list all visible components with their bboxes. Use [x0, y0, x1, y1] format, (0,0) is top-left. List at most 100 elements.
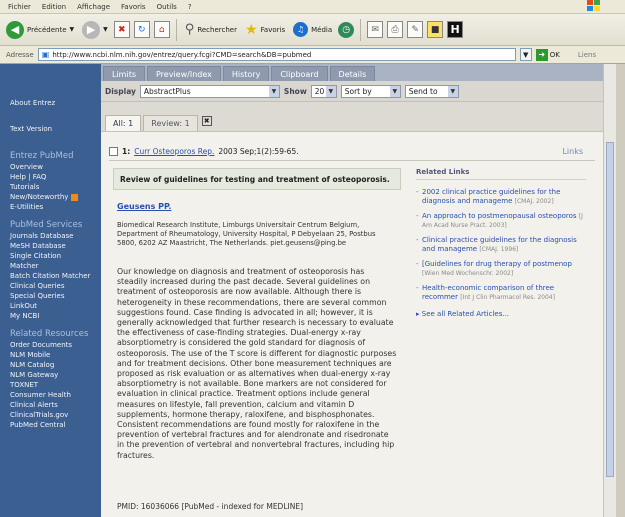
address-bar: Adresse ▣ http://www.ncbi.nlm.nih.gov/en…	[0, 46, 625, 64]
sidebar-item-e-utilities[interactable]: E-Utilities	[10, 202, 101, 212]
related-item-source: [Int J Clin Pharmacol Res. 2004]	[460, 294, 555, 301]
sidebar-heading-related-resources: Related Resources	[10, 329, 89, 339]
sidebar-item-tutorials[interactable]: Tutorials	[10, 182, 101, 192]
h-icon[interactable]: H	[447, 21, 464, 38]
back-dropdown-icon[interactable]: ▼	[70, 26, 75, 33]
sidebar-item-nlm-catalog[interactable]: NLM Catalog	[10, 360, 101, 370]
send-to-select-value: Send to	[408, 86, 438, 96]
windows-logo-icon	[587, 0, 600, 11]
sidebar-item-journals-database[interactable]: Journals Database	[10, 231, 101, 241]
address-input[interactable]: ▣ http://www.ncbi.nlm.nih.gov/entrez/que…	[37, 48, 516, 61]
author-link[interactable]: Geusens PP.	[117, 202, 171, 211]
show-select-value: 20	[314, 86, 325, 96]
sidebar-item-linkout[interactable]: LinkOut	[10, 301, 101, 311]
media-button[interactable]: ♫ Média	[291, 20, 334, 39]
menu-item-favorites[interactable]: Favoris	[121, 3, 146, 11]
related-item-source: [CMAJ. 2002]	[514, 198, 554, 205]
sidebar-item-pubmed-central[interactable]: PubMed Central	[10, 420, 101, 430]
sidebar-item-text-version[interactable]: Text Version	[10, 124, 101, 134]
vertical-scrollbar[interactable]	[603, 64, 616, 517]
search-label: Rechercher	[197, 25, 237, 34]
sidebar-item-consumer-health[interactable]: Consumer Health	[10, 390, 101, 400]
chevron-down-icon: ▼	[268, 85, 279, 97]
sidebar-item-single-citation[interactable]: Single Citation	[10, 251, 101, 261]
mail-icon[interactable]: ✉	[367, 21, 384, 38]
search-button[interactable]: ⚲ Rechercher	[183, 20, 239, 39]
sidebar-item-nlm-mobile[interactable]: NLM Mobile	[10, 350, 101, 360]
sidebar-item-mesh-database[interactable]: MeSH Database	[10, 241, 101, 251]
related-item[interactable]: Health-economic comparison of three reco…	[416, 284, 586, 302]
favorites-button[interactable]: ★ Favoris	[243, 20, 287, 40]
refresh-icon[interactable]: ↻	[133, 21, 150, 38]
menu-bar: Fichier Edition Affichage Favoris Outils…	[0, 0, 625, 14]
menu-item-edit[interactable]: Edition	[42, 3, 66, 11]
home-icon[interactable]: ⌂	[153, 21, 170, 38]
display-options-bar: Display AbstractPlus ▼ Show 20 ▼ Sort by…	[101, 81, 603, 102]
citation-details: 2003 Sep;1(2):59-65.	[218, 146, 299, 156]
sidebar-item-order-documents[interactable]: Order Documents	[10, 340, 101, 350]
sidebar-item-matcher[interactable]: Matcher	[10, 261, 101, 271]
menu-item-help[interactable]: ?	[188, 3, 192, 11]
tab-history[interactable]: History	[222, 66, 270, 81]
sidebar-item-about-entrez[interactable]: About Entrez	[10, 98, 101, 108]
related-item[interactable]: [Guidelines for drug therapy of postmeno…	[416, 260, 586, 278]
links-button[interactable]: Links	[562, 147, 583, 156]
stop-icon[interactable]: ✖	[113, 21, 130, 38]
sidebar-item-help-faq[interactable]: Help | FAQ	[10, 172, 101, 182]
journal-link[interactable]: Curr Osteoporos Rep.	[134, 147, 214, 156]
chevron-down-icon: ▼	[447, 85, 458, 97]
tab-preview-index[interactable]: Preview/Index	[147, 66, 221, 81]
browser-toolbar: ◀ Précédente ▼ ▶ ▼ ✖ ↻ ⌂ ⚲ Rechercher ★ …	[0, 14, 625, 46]
sidebar-item-clinical-alerts[interactable]: Clinical Alerts	[10, 400, 101, 410]
menu-item-tools[interactable]: Outils	[157, 3, 177, 11]
menu-item-view[interactable]: Affichage	[77, 3, 110, 11]
display-select[interactable]: AbstractPlus ▼	[139, 84, 280, 98]
related-item[interactable]: An approach to postmenopausal osteoporos…	[416, 212, 586, 230]
send-to-select[interactable]: Send to ▼	[404, 84, 459, 98]
divider	[109, 160, 595, 161]
sidebar-item-toxnet[interactable]: TOXNET	[10, 380, 101, 390]
go-button[interactable]: ➜ OK	[535, 48, 560, 61]
related-item-title: [Guidelines for drug therapy of postmeno…	[422, 260, 572, 268]
scrollbar-thumb[interactable]	[606, 142, 614, 477]
address-label: Adresse	[6, 50, 34, 59]
menu-item-file[interactable]: Fichier	[8, 3, 31, 11]
favorites-label: Favoris	[260, 25, 286, 34]
print-icon[interactable]: ⎙	[387, 21, 404, 38]
messenger-icon[interactable]: ■	[427, 21, 444, 38]
related-item[interactable]: 2002 clinical practice guidelines for th…	[416, 188, 586, 206]
tab-clipboard[interactable]: Clipboard	[271, 66, 328, 81]
back-button[interactable]: ◀ Précédente ▼	[4, 19, 76, 41]
links-toolbar-label[interactable]: Liens	[578, 51, 596, 59]
edit-icon[interactable]: ✎	[407, 21, 424, 38]
related-item[interactable]: Clinical practice guidelines for the dia…	[416, 236, 586, 254]
sidebar-item-my-ncbi[interactable]: My NCBI	[10, 311, 101, 321]
sidebar-item-special-queries[interactable]: Special Queries	[10, 291, 101, 301]
forward-button[interactable]: ▶ ▼	[80, 19, 110, 41]
related-item-source: [Wien Med Wochenschr. 2002]	[422, 270, 514, 277]
show-select[interactable]: 20 ▼	[310, 84, 337, 98]
close-icon[interactable]: ✖	[201, 116, 212, 126]
sort-select[interactable]: Sort by ▼	[340, 84, 401, 98]
related-item-source: [CMAJ. 1996]	[479, 246, 519, 253]
rss-icon[interactable]	[71, 193, 79, 201]
tab-details[interactable]: Details	[329, 66, 376, 81]
article-title: Review of guidelines for testing and tre…	[113, 168, 401, 190]
show-label: Show	[283, 86, 307, 96]
search-icon: ⚲	[184, 22, 195, 37]
history-icon[interactable]: ◷	[338, 21, 355, 38]
sidebar-item-batch-citation-matcher[interactable]: Batch Citation Matcher	[10, 271, 101, 281]
select-checkbox[interactable]	[109, 146, 118, 156]
tab-all[interactable]: All: 1	[105, 115, 142, 131]
sidebar-item-clinical-queries[interactable]: Clinical Queries	[10, 281, 101, 291]
pmid-text: PMID: 16036066 [PubMed - indexed for MED…	[117, 502, 303, 511]
see-all-related-link[interactable]: ▸ See all Related Articles...	[416, 310, 586, 318]
toolbar-separator	[360, 18, 362, 41]
address-dropdown-icon[interactable]: ▼	[519, 48, 532, 61]
tab-review[interactable]: Review: 1	[143, 115, 198, 131]
sidebar-item-nlm-gateway[interactable]: NLM Gateway	[10, 370, 101, 380]
sidebar-item-overview[interactable]: Overview	[10, 162, 101, 172]
sidebar-item-clinicaltrials[interactable]: ClinicalTrials.gov	[10, 410, 101, 420]
sidebar-item-new-noteworthy[interactable]: New/Noteworthy	[10, 192, 101, 202]
tab-limits[interactable]: Limits	[103, 66, 145, 81]
